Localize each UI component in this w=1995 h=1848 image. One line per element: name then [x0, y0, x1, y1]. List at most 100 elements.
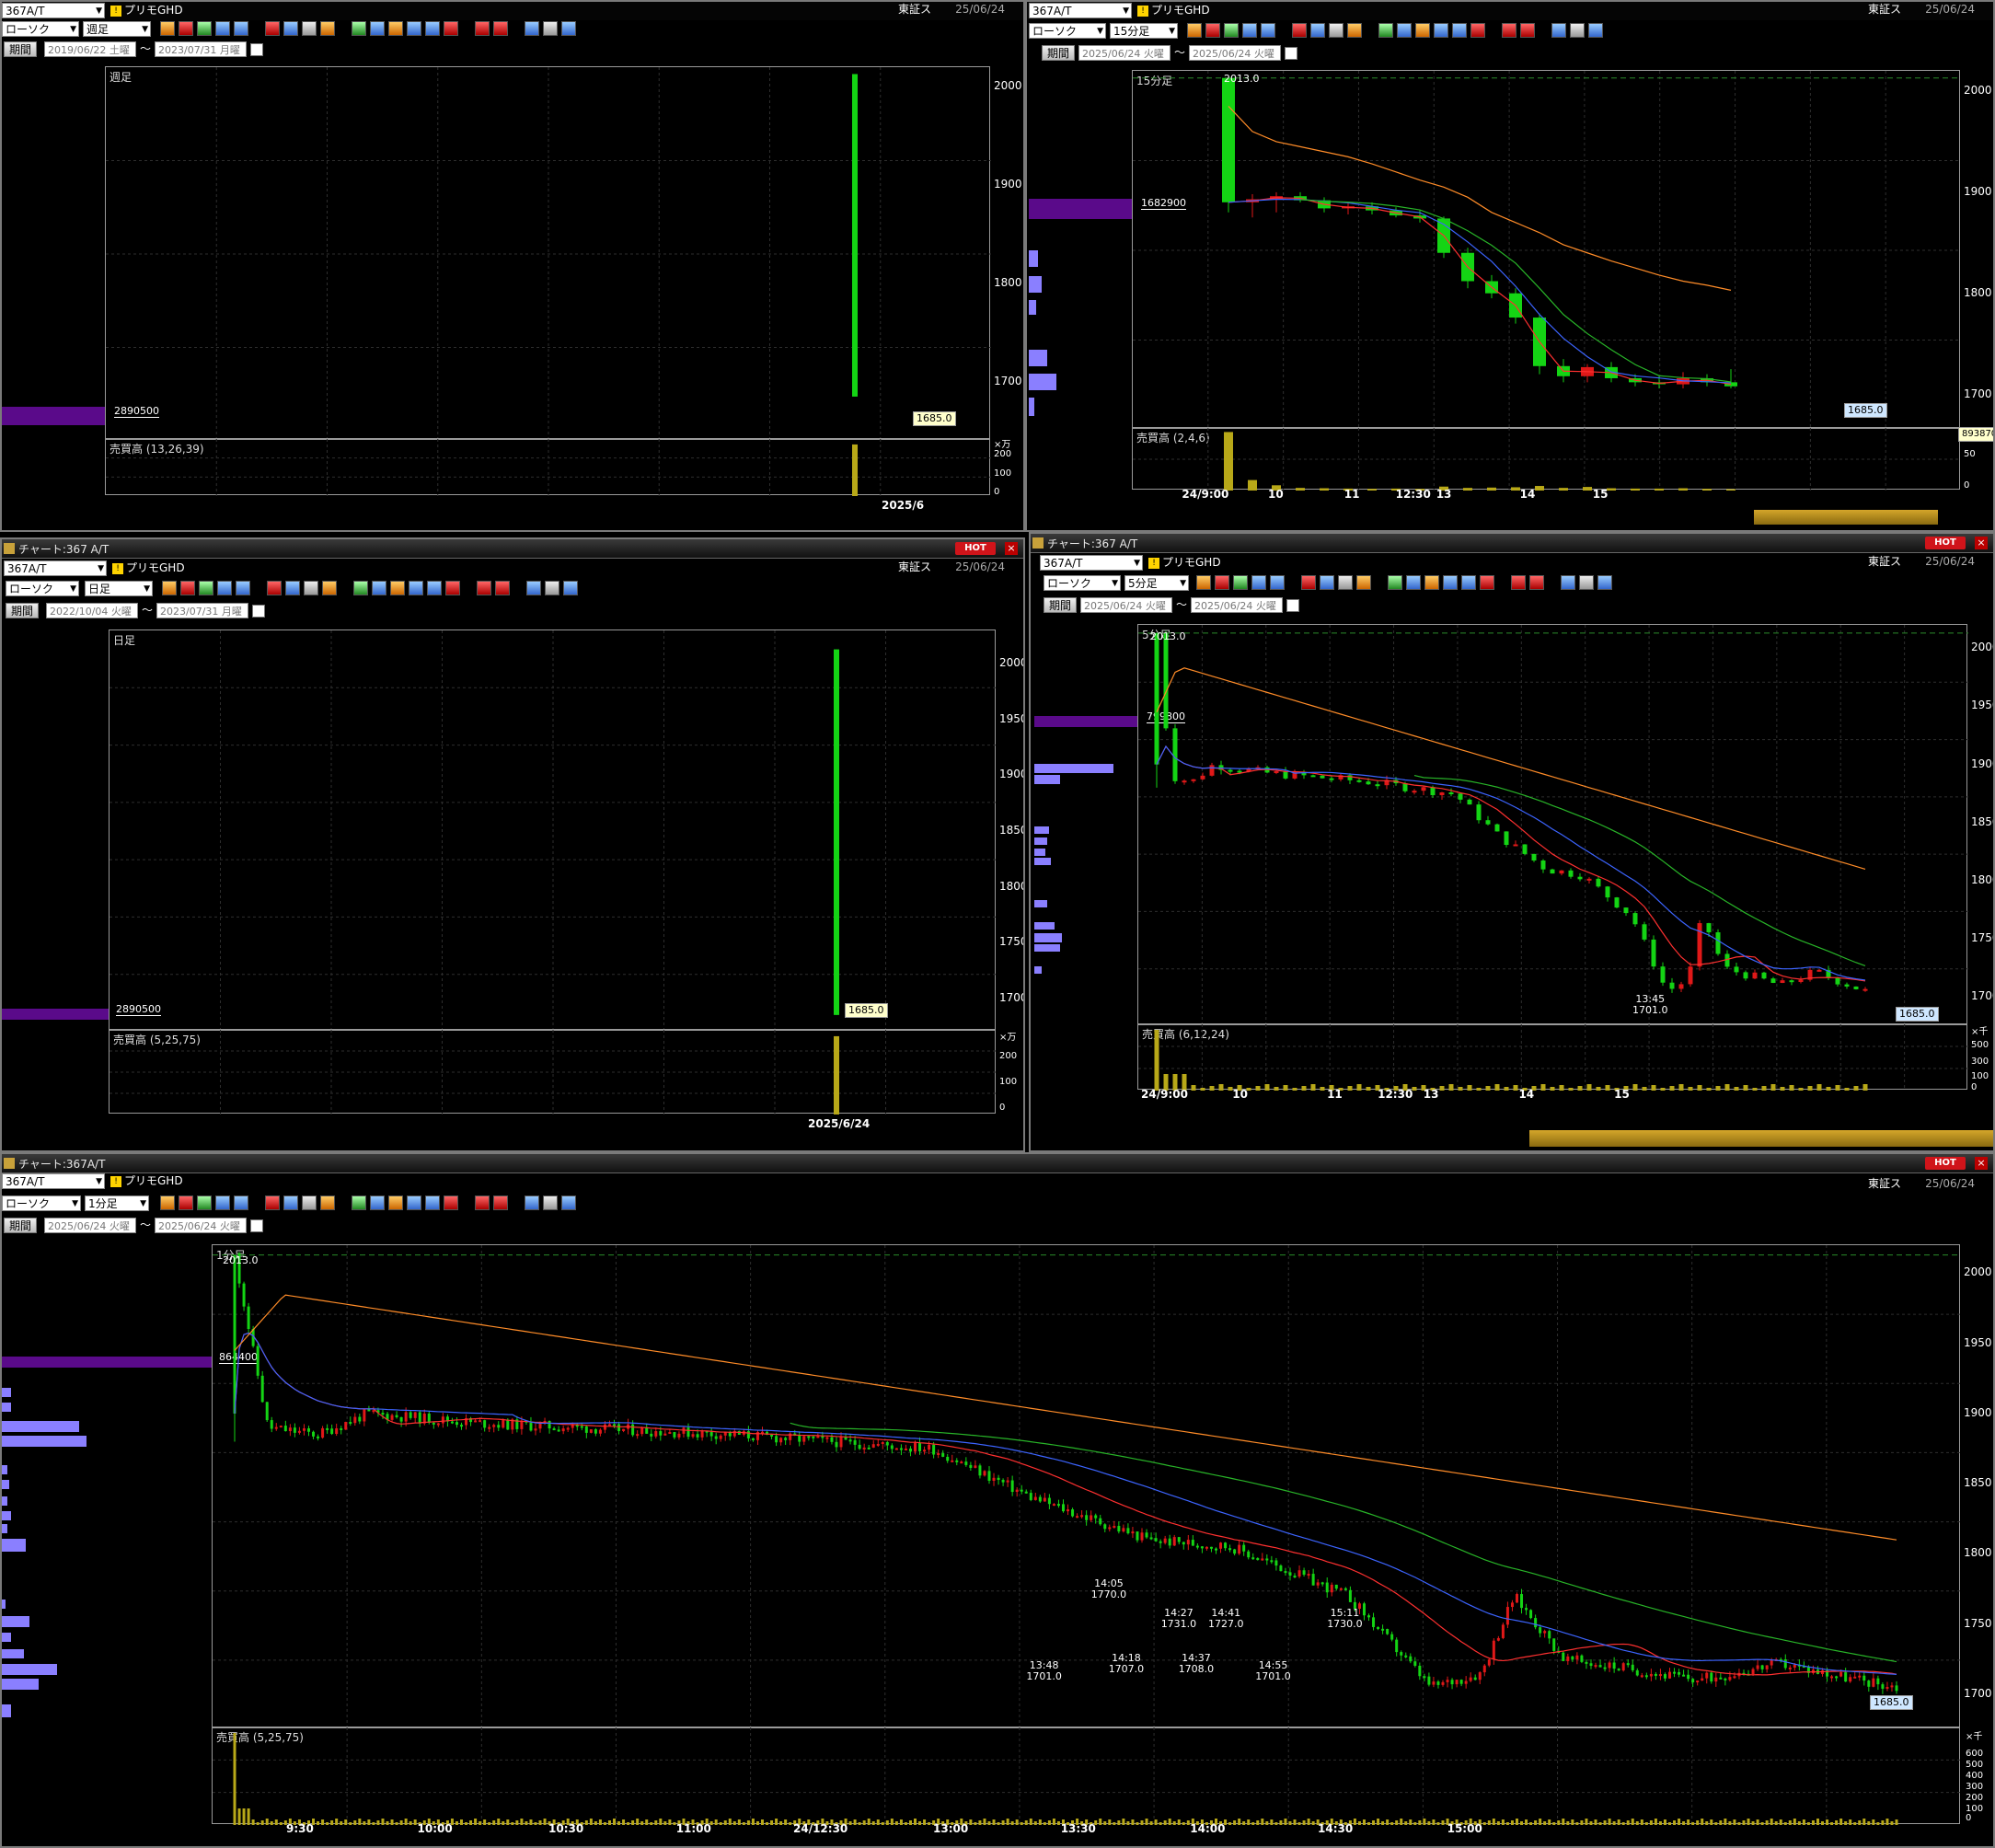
oscillator-icon[interactable] — [475, 1195, 490, 1210]
price-plot[interactable]: 週足 — [105, 66, 991, 441]
grid-icon[interactable] — [1329, 23, 1343, 38]
range-slider[interactable] — [1529, 1130, 1993, 1147]
oscillator-icon[interactable] — [475, 21, 490, 36]
fill-icon[interactable] — [388, 21, 403, 36]
chart-type-select[interactable]: ローソク ▼ — [1029, 23, 1106, 39]
fill-icon[interactable] — [1424, 575, 1439, 590]
timeframe-select[interactable]: 5分足 ▼ — [1124, 575, 1189, 591]
date-to-field[interactable]: 2025/06/24 火曜 — [155, 1218, 247, 1233]
candle-toggle-icon[interactable] — [162, 581, 177, 595]
layout-icon[interactable] — [1579, 575, 1594, 590]
volume-plot[interactable]: 売買高 (5,25,75) — [212, 1727, 1961, 1825]
period-button[interactable]: 期間 — [4, 1218, 38, 1233]
range-slider[interactable] — [1754, 510, 1938, 525]
pen-icon[interactable] — [180, 581, 195, 595]
window-titlebar[interactable]: チャート:367 A/T HOT × — [1031, 534, 1993, 553]
oscillator-icon[interactable] — [1511, 575, 1526, 590]
period-button[interactable]: 期間 — [4, 41, 38, 57]
period-checkbox[interactable] — [252, 605, 265, 618]
fill-icon[interactable] — [390, 581, 405, 595]
close-icon[interactable]: × — [1975, 1157, 1988, 1170]
volume-plot[interactable]: 売買高 (2,4,6) — [1132, 427, 1961, 491]
date-to-field[interactable]: 2025/06/24 火曜 — [1189, 45, 1281, 61]
tile-icon[interactable] — [563, 581, 578, 595]
grid-icon[interactable] — [1338, 575, 1353, 590]
oscillator-icon[interactable] — [1502, 23, 1516, 38]
window-icon[interactable] — [1270, 575, 1285, 590]
search-icon[interactable] — [1320, 575, 1334, 590]
layout-icon[interactable] — [545, 581, 559, 595]
all-icon[interactable] — [495, 581, 510, 595]
tile-icon[interactable] — [1588, 23, 1603, 38]
timeframe-select[interactable]: 15分足 ▼ — [1110, 23, 1178, 39]
timeframe-select[interactable]: 週足 ▼ — [83, 21, 151, 37]
period-button[interactable]: 期間 — [6, 603, 40, 618]
zoom-icon[interactable] — [217, 581, 232, 595]
search-icon[interactable] — [1310, 23, 1325, 38]
cursor-icon[interactable] — [370, 21, 385, 36]
line-icon[interactable] — [1434, 23, 1448, 38]
log-icon[interactable] — [1561, 575, 1575, 590]
compare-icon[interactable] — [265, 21, 280, 36]
date-to-field[interactable]: 2023/07/31 月曜 — [155, 41, 247, 57]
color-icon[interactable] — [199, 581, 213, 595]
box-icon[interactable] — [427, 581, 442, 595]
cursor-icon[interactable] — [370, 1195, 385, 1210]
search-icon[interactable] — [285, 581, 300, 595]
search-icon[interactable] — [283, 21, 298, 36]
color-icon[interactable] — [197, 21, 212, 36]
period-checkbox[interactable] — [1285, 47, 1297, 60]
volume-plot[interactable]: 売買高 (5,25,75) — [109, 1029, 997, 1115]
period-checkbox[interactable] — [250, 1219, 263, 1232]
layout-icon[interactable] — [543, 1195, 558, 1210]
tile-icon[interactable] — [561, 1195, 576, 1210]
indicator-icon[interactable] — [1480, 575, 1494, 590]
box-icon[interactable] — [1452, 23, 1467, 38]
log-icon[interactable] — [526, 581, 541, 595]
box-icon[interactable] — [425, 21, 440, 36]
zoom-icon[interactable] — [215, 21, 230, 36]
indicator-icon[interactable] — [1470, 23, 1485, 38]
grid-icon[interactable] — [302, 21, 317, 36]
window-icon[interactable] — [234, 1195, 248, 1210]
alert-icon[interactable] — [1347, 23, 1362, 38]
volume-plot[interactable]: 売買高 (13,26,39) — [105, 438, 991, 496]
price-plot[interactable]: 15分足 — [1132, 70, 1961, 430]
alert-icon[interactable] — [320, 1195, 335, 1210]
draw-icon[interactable] — [352, 1195, 366, 1210]
layout-icon[interactable] — [1570, 23, 1585, 38]
zoom-icon[interactable] — [1251, 575, 1266, 590]
indicator-icon[interactable] — [444, 21, 458, 36]
draw-icon[interactable] — [1378, 23, 1393, 38]
line-icon[interactable] — [409, 581, 423, 595]
pen-icon[interactable] — [1215, 575, 1229, 590]
alert-icon[interactable] — [322, 581, 337, 595]
cursor-icon[interactable] — [1406, 575, 1421, 590]
window-titlebar[interactable]: チャート:367A/T HOT × — [2, 1154, 1993, 1173]
cursor-icon[interactable] — [372, 581, 386, 595]
chart-window-daily[interactable]: チャート:367 A/T HOT × 367A/T ▼ ! プリモGHD 東証ス 2… — [0, 537, 1025, 1152]
close-icon[interactable]: × — [1975, 537, 1988, 549]
tile-icon[interactable] — [1597, 575, 1612, 590]
chart-window-15min[interactable]: 367A/T ▼ ! プリモGHD 東証ス 25/06/24 ローソク ▼ 15分足 ▼… — [1025, 0, 1995, 532]
date-from-field[interactable]: 2025/06/24 火曜 — [1078, 45, 1170, 61]
color-icon[interactable] — [1233, 575, 1248, 590]
pen-icon[interactable] — [1205, 23, 1220, 38]
log-icon[interactable] — [525, 21, 539, 36]
layout-icon[interactable] — [543, 21, 558, 36]
draw-icon[interactable] — [352, 21, 366, 36]
all-icon[interactable] — [493, 21, 508, 36]
symbol-select[interactable]: 367A/T ▼ — [1040, 555, 1143, 571]
window-icon[interactable] — [234, 21, 248, 36]
indicator-icon[interactable] — [444, 1195, 458, 1210]
date-from-field[interactable]: 2025/06/24 火曜 — [44, 1218, 136, 1233]
price-plot[interactable]: 日足 — [109, 629, 997, 1032]
date-from-field[interactable]: 2022/10/04 火曜 — [46, 603, 138, 618]
window-titlebar[interactable]: チャート:367 A/T HOT × — [2, 539, 1023, 559]
chart-window-weekly[interactable]: 367A/T ▼ ! プリモGHD 東証ス 25/06/24 ローソク ▼ 週足 ▼ 期… — [0, 0, 1025, 532]
pen-icon[interactable] — [179, 21, 193, 36]
color-icon[interactable] — [197, 1195, 212, 1210]
compare-icon[interactable] — [1292, 23, 1307, 38]
compare-icon[interactable] — [267, 581, 282, 595]
compare-icon[interactable] — [265, 1195, 280, 1210]
